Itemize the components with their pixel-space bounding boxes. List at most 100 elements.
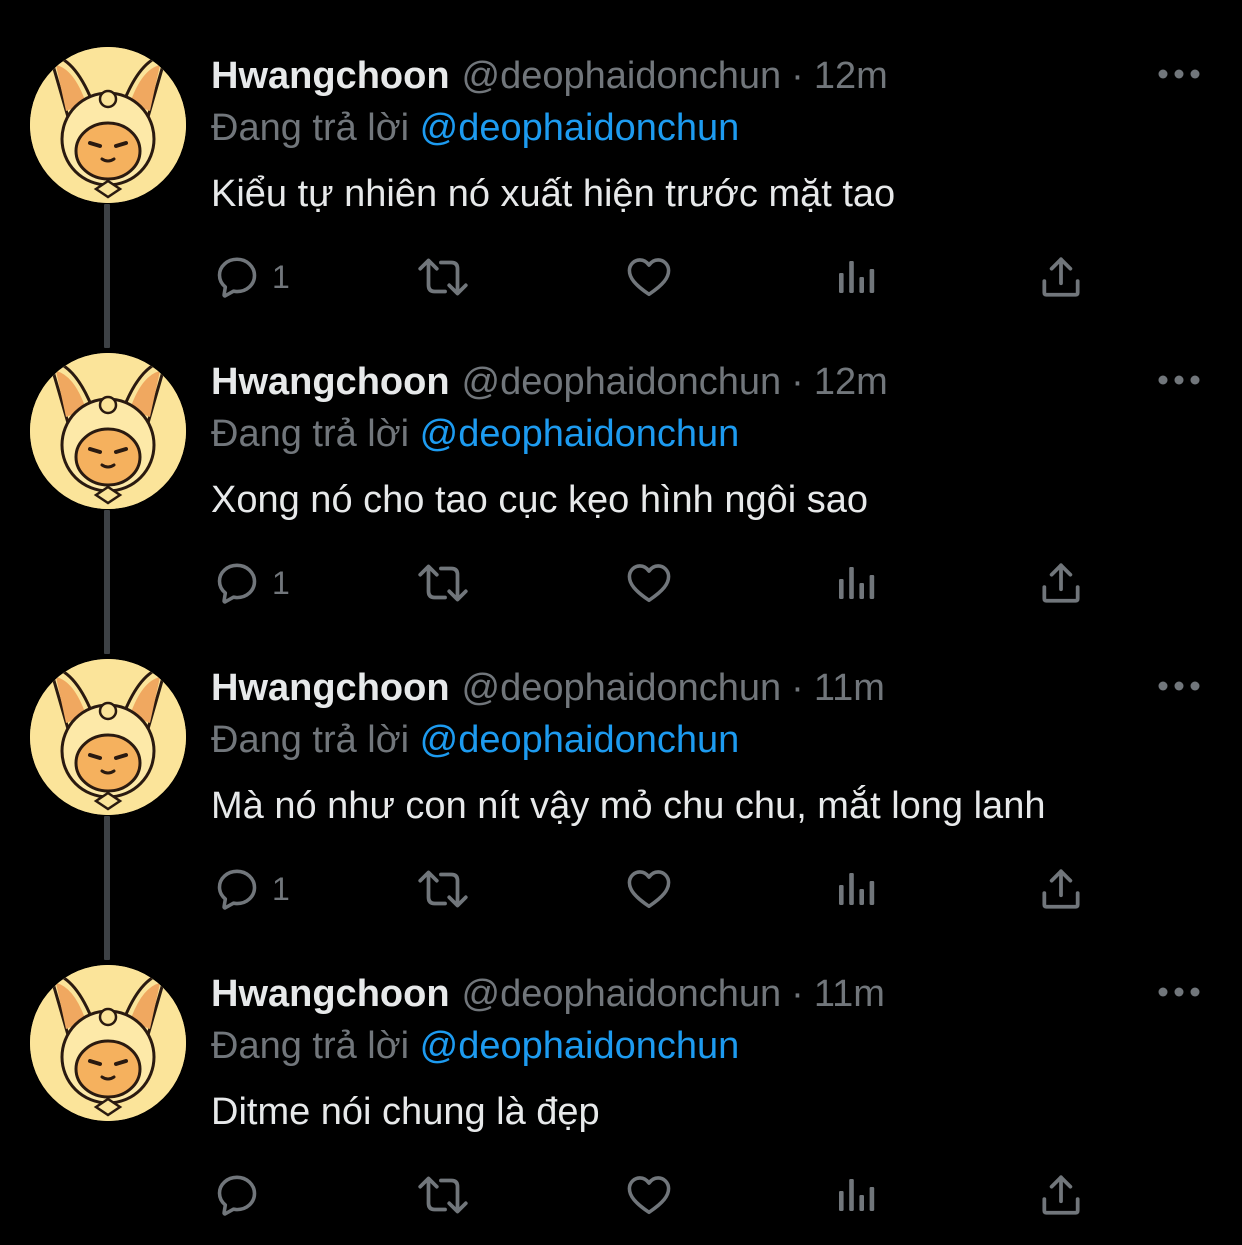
display-name[interactable]: Hwangchoon (211, 55, 450, 97)
like-button[interactable] (624, 862, 674, 916)
share-upload-icon (1042, 869, 1080, 909)
share-button[interactable] (1036, 250, 1086, 304)
replying-to-line: Đang trả lời @deophaidonchun (211, 1022, 739, 1070)
bunny-avatar-icon (30, 965, 186, 1121)
reply-button[interactable]: 1 (212, 250, 290, 304)
replying-to-line: Đang trả lời @deophaidonchun (211, 410, 739, 458)
reply-button[interactable]: 1 (212, 556, 290, 610)
replying-prefix: Đang trả lời (211, 1025, 410, 1067)
views-button[interactable] (832, 556, 880, 610)
more-options-button[interactable] (1156, 368, 1202, 392)
avatar[interactable] (30, 47, 186, 203)
timestamp[interactable]: 11m (814, 973, 885, 1015)
speech-bubble-icon (217, 563, 257, 604)
separator-dot: · (791, 361, 804, 403)
tweet-text: Kiểu tự nhiên nó xuất hiện trước mặt tao (211, 173, 896, 215)
speech-bubble-icon (217, 1175, 257, 1216)
more-options-button[interactable] (1156, 980, 1202, 1004)
tweet[interactable]: Hwangchoon @deophaidonchun · 11m Đang trả l… (0, 612, 1242, 960)
display-name[interactable]: Hwangchoon (211, 361, 450, 403)
reply-count: 1 (272, 870, 290, 907)
tweet-header: Hwangchoon @deophaidonchun · 12m (211, 52, 888, 100)
retweet-button[interactable] (414, 556, 472, 610)
ellipsis-icon (1158, 681, 1200, 691)
tweet-header: Hwangchoon @deophaidonchun · 11m (211, 970, 885, 1018)
timestamp[interactable]: 12m (814, 55, 888, 97)
reply-button[interactable]: 1 (212, 862, 290, 916)
more-options-button[interactable] (1156, 62, 1202, 86)
replying-prefix: Đang trả lời (211, 413, 410, 455)
views-button[interactable] (832, 1168, 880, 1222)
like-button[interactable] (624, 250, 674, 304)
retweet-icon (418, 564, 468, 602)
bar-chart-icon (839, 873, 875, 905)
ellipsis-icon (1158, 375, 1200, 385)
retweet-icon (418, 1176, 468, 1214)
mention-link[interactable]: @deophaidonchun (420, 107, 740, 149)
tweet[interactable]: Hwangchoon @deophaidonchun · 12m Đang trả l… (0, 0, 1242, 348)
views-button[interactable] (832, 862, 880, 916)
bunny-avatar-icon (30, 47, 186, 203)
share-upload-icon (1042, 563, 1080, 603)
tweet-text: Xong nó cho tao cục kẹo hình ngôi sao (211, 479, 869, 521)
retweet-button[interactable] (414, 250, 472, 304)
more-options-button[interactable] (1156, 674, 1202, 698)
separator-dot: · (791, 667, 804, 709)
reply-count: 1 (272, 564, 290, 601)
heart-icon (627, 564, 671, 603)
speech-bubble-icon (217, 257, 257, 298)
display-name[interactable]: Hwangchoon (211, 973, 450, 1015)
retweet-icon (418, 870, 468, 908)
ellipsis-icon (1158, 987, 1200, 997)
mention-link[interactable]: @deophaidonchun (420, 719, 740, 761)
tweet-thread: Hwangchoon @deophaidonchun · 12m Đang trả l… (0, 0, 1242, 1245)
retweet-icon (418, 258, 468, 296)
separator-dot: · (791, 55, 804, 97)
timestamp[interactable]: 12m (814, 361, 888, 403)
timestamp[interactable]: 11m (814, 667, 885, 709)
tweet-header: Hwangchoon @deophaidonchun · 12m (211, 358, 888, 406)
share-button[interactable] (1036, 556, 1086, 610)
bunny-avatar-icon (30, 353, 186, 509)
views-button[interactable] (832, 250, 880, 304)
avatar[interactable] (30, 659, 186, 815)
like-button[interactable] (624, 556, 674, 610)
retweet-button[interactable] (414, 1168, 472, 1222)
bar-chart-icon (839, 261, 875, 293)
reply-count: 1 (272, 258, 290, 295)
heart-icon (627, 870, 671, 909)
replying-prefix: Đang trả lời (211, 107, 410, 149)
retweet-button[interactable] (414, 862, 472, 916)
tweet[interactable]: Hwangchoon @deophaidonchun · 12m Đang trả l… (0, 306, 1242, 654)
like-button[interactable] (624, 1168, 674, 1222)
tweet-header: Hwangchoon @deophaidonchun · 11m (211, 664, 885, 712)
replying-to-line: Đang trả lời @deophaidonchun (211, 104, 739, 152)
avatar[interactable] (30, 965, 186, 1121)
user-handle[interactable]: @deophaidonchun (462, 973, 782, 1015)
speech-bubble-icon (217, 869, 257, 910)
user-handle[interactable]: @deophaidonchun (462, 667, 782, 709)
share-upload-icon (1042, 257, 1080, 297)
replying-prefix: Đang trả lời (211, 719, 410, 761)
tweet[interactable]: Hwangchoon @deophaidonchun · 11m Đang trả l… (0, 918, 1242, 1224)
user-handle[interactable]: @deophaidonchun (462, 361, 782, 403)
share-button[interactable] (1036, 1168, 1086, 1222)
share-button[interactable] (1036, 862, 1086, 916)
bunny-avatar-icon (30, 659, 186, 815)
display-name[interactable]: Hwangchoon (211, 667, 450, 709)
mention-link[interactable]: @deophaidonchun (420, 1025, 740, 1067)
replying-to-line: Đang trả lời @deophaidonchun (211, 716, 739, 764)
avatar[interactable] (30, 353, 186, 509)
reply-button[interactable] (212, 1168, 272, 1222)
tweet-text: Mà nó như con nít vậy mỏ chu chu, mắt lo… (211, 785, 1046, 827)
bar-chart-icon (839, 1179, 875, 1211)
ellipsis-icon (1158, 69, 1200, 79)
share-upload-icon (1042, 1175, 1080, 1215)
bar-chart-icon (839, 567, 875, 599)
tweet-text: Ditme nói chung là đẹp (211, 1091, 600, 1133)
mention-link[interactable]: @deophaidonchun (420, 413, 740, 455)
heart-icon (627, 1176, 671, 1215)
user-handle[interactable]: @deophaidonchun (462, 55, 782, 97)
separator-dot: · (791, 973, 804, 1015)
heart-icon (627, 258, 671, 297)
